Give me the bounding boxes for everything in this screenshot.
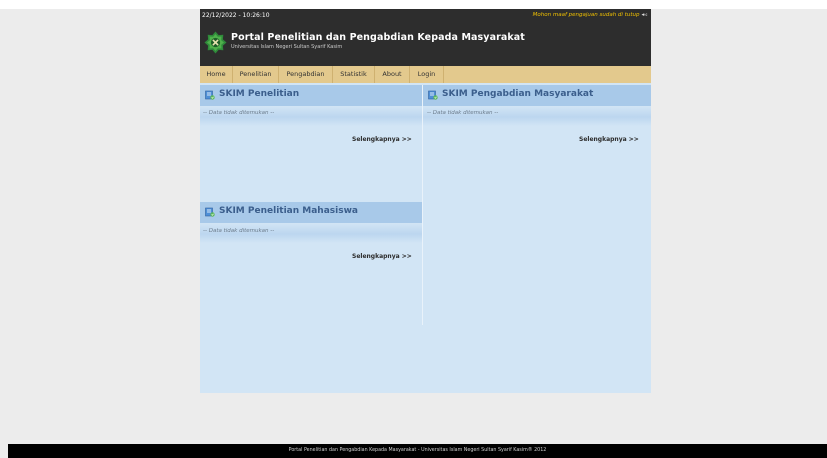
- panel-band-pengabdian: [423, 106, 651, 126]
- empty-message-mahasiswa: -- Data tidak ditemukan --: [203, 228, 275, 234]
- panel-header-mahasiswa: SKIM Penelitian Mahasiswa: [200, 202, 422, 223]
- nav-pengabdian[interactable]: Pengabdian: [279, 66, 333, 83]
- panel-header-penelitian: SKIM Penelitian: [200, 85, 422, 106]
- nav-about[interactable]: About: [375, 66, 410, 83]
- panel-title-penelitian: SKIM Penelitian: [219, 89, 300, 99]
- document-icon: [205, 207, 215, 217]
- empty-message-penelitian: -- Data tidak ditemukan --: [203, 110, 275, 116]
- empty-message-pengabdian: -- Data tidak ditemukan --: [427, 110, 499, 116]
- site-title: Portal Penelitian dan Pengabdian Kepada …: [231, 32, 525, 43]
- uin-logo-icon: [204, 31, 227, 54]
- notice-speaker-icon: ◂◃: [641, 12, 647, 18]
- site-header: 22/12/2022 - 10:26:10 Mohon maaf pengaju…: [200, 9, 651, 66]
- panel-title-pengabdian: SKIM Pengabdian Masyarakat: [442, 89, 594, 99]
- nav-penelitian[interactable]: Penelitian: [233, 66, 279, 83]
- closure-notice-text: Mohon maaf pengajuan sudah di tutup: [532, 12, 640, 18]
- document-icon: [205, 90, 215, 100]
- nav-home[interactable]: Home: [200, 66, 233, 83]
- header-datetime: 22/12/2022 - 10:26:10: [202, 12, 270, 19]
- more-link-penelitian[interactable]: Selengkapnya >>: [352, 136, 412, 143]
- site-footer: Portal Penelitian dan Pengabdian Kepada …: [8, 444, 827, 458]
- nav-statistik[interactable]: Statistik: [333, 66, 375, 83]
- top-strip: [0, 0, 827, 9]
- nav-login[interactable]: Login: [410, 66, 444, 83]
- panel-title-mahasiswa: SKIM Penelitian Mahasiswa: [219, 206, 358, 216]
- column-divider: [422, 85, 423, 325]
- footer-text: Portal Penelitian dan Pengabdian Kepada …: [288, 448, 547, 453]
- page-background: 22/12/2022 - 10:26:10 Mohon maaf pengaju…: [0, 0, 827, 458]
- panel-header-pengabdian: SKIM Pengabdian Masyarakat: [423, 85, 651, 106]
- closure-notice: Mohon maaf pengajuan sudah di tutup ◂◃: [533, 12, 647, 18]
- more-link-mahasiswa[interactable]: Selengkapnya >>: [352, 253, 412, 260]
- document-icon: [428, 90, 438, 100]
- more-link-pengabdian[interactable]: Selengkapnya >>: [579, 136, 639, 143]
- panel-band-penelitian: [200, 106, 422, 126]
- main-nav: Home Penelitian Pengabdian Statistik Abo…: [200, 66, 651, 83]
- main-container: 22/12/2022 - 10:26:10 Mohon maaf pengaju…: [200, 9, 651, 393]
- site-subtitle: Universitas Islam Negeri Sultan Syarif K…: [231, 44, 343, 50]
